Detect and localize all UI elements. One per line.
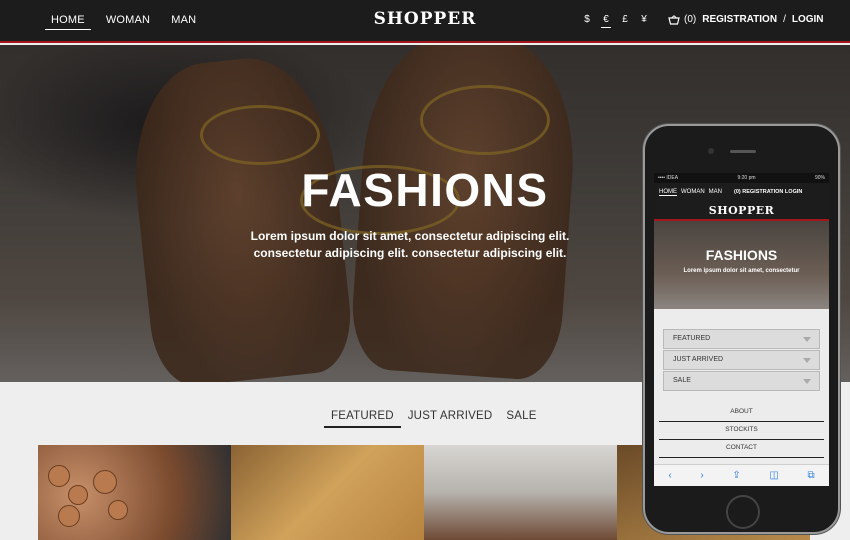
nav-home[interactable]: HOME — [45, 14, 91, 30]
mobile-accordion-label: SALE — [673, 377, 691, 384]
currency-switcher: $ € £ ¥ — [582, 14, 649, 28]
currency-pound[interactable]: £ — [620, 14, 630, 28]
triangle-down-icon — [803, 379, 811, 384]
tab-just-arrived[interactable]: JUST ARRIVED — [401, 410, 500, 428]
mobile-hero-title: FASHIONS — [705, 247, 778, 263]
nav-woman[interactable]: WOMAN — [100, 14, 156, 30]
mobile-browser-toolbar: ‹ › ⇪ ◫ ⧉ — [654, 464, 829, 486]
phone-mockup: •••• IDEA 9:20 pm 90% HOME WOMAN MAN (0)… — [643, 124, 840, 534]
mobile-accordion-label: FEATURED — [673, 335, 711, 342]
back-icon[interactable]: ‹ — [668, 470, 671, 481]
mobile-link-stockits[interactable]: STOCKITS — [659, 422, 824, 440]
mobile-header: HOME WOMAN MAN (0) REGISTRATION LOGIN SH… — [654, 183, 829, 221]
tab-featured[interactable]: FEATURED — [324, 410, 401, 428]
mobile-logo[interactable]: SHOPPER — [654, 204, 829, 217]
registration-link[interactable]: REGISTRATION — [702, 14, 777, 25]
mobile-link-contact[interactable]: CONTACT — [659, 440, 824, 458]
mobile-nav-man[interactable]: MAN — [709, 189, 722, 196]
mobile-account[interactable]: (0) REGISTRATION LOGIN — [734, 189, 802, 195]
status-time: 9:20 pm — [737, 175, 756, 181]
tab-sale[interactable]: SALE — [499, 410, 543, 428]
product-card-boots[interactable] — [424, 445, 617, 540]
status-carrier: •••• IDEA — [658, 175, 679, 181]
mobile-accordion: FEATURED JUST ARRIVED SALE — [654, 309, 829, 391]
product-card-gift[interactable] — [231, 445, 424, 540]
mobile-link-about[interactable]: ABOUT — [659, 404, 824, 422]
mobile-hero-subtitle: Lorem ipsum dolor sit amet, consectetur — [683, 268, 800, 274]
mobile-accordion-featured[interactable]: FEATURED — [663, 329, 820, 349]
tabs-icon[interactable]: ⧉ — [807, 470, 814, 481]
mobile-accordion-sale[interactable]: SALE — [663, 371, 820, 391]
currency-yen[interactable]: ¥ — [639, 14, 649, 28]
mobile-footer-links: ABOUT STOCKITS CONTACT — [654, 392, 829, 458]
account-area: (0) REGISTRATION / LOGIN — [668, 14, 824, 25]
mobile-accordion-label: JUST ARRIVED — [673, 356, 724, 363]
login-link[interactable]: LOGIN — [792, 14, 824, 25]
page: HOME WOMAN MAN SHOPPER $ € £ ¥ (0) REGIS… — [0, 0, 850, 540]
mobile-nav: HOME WOMAN MAN — [659, 189, 722, 196]
main-nav: HOME WOMAN MAN — [45, 14, 211, 30]
basket-icon[interactable] — [668, 14, 680, 25]
mobile-nav-woman[interactable]: WOMAN — [681, 189, 705, 196]
product-tabs: FEATURED JUST ARRIVED SALE — [324, 410, 544, 428]
currency-euro[interactable]: € — [601, 14, 611, 28]
bookmarks-icon[interactable]: ◫ — [769, 470, 778, 481]
nav-man[interactable]: MAN — [165, 14, 202, 30]
currency-dollar[interactable]: $ — [582, 14, 592, 28]
mobile-hero: FASHIONS Lorem ipsum dolor sit amet, con… — [654, 221, 829, 309]
product-card-coins[interactable] — [38, 445, 231, 540]
status-battery: 90% — [814, 175, 825, 181]
forward-icon[interactable]: › — [700, 470, 703, 481]
site-header: HOME WOMAN MAN SHOPPER $ € £ ¥ (0) REGIS… — [0, 0, 850, 43]
hero-subtitle: Lorem ipsum dolor sit amet, consectetur … — [250, 229, 570, 260]
cart-count[interactable]: (0) — [684, 14, 696, 25]
phone-home-button[interactable] — [726, 495, 760, 529]
phone-screen: •••• IDEA 9:20 pm 90% HOME WOMAN MAN (0)… — [654, 173, 829, 486]
mobile-accordion-just-arrived[interactable]: JUST ARRIVED — [663, 350, 820, 370]
triangle-down-icon — [803, 358, 811, 363]
share-icon[interactable]: ⇪ — [732, 470, 740, 481]
phone-status-bar: •••• IDEA 9:20 pm 90% — [654, 173, 829, 183]
mobile-nav-home[interactable]: HOME — [659, 189, 677, 196]
account-separator: / — [783, 14, 786, 25]
phone-speaker — [730, 150, 756, 153]
phone-camera — [708, 148, 714, 154]
triangle-down-icon — [803, 337, 811, 342]
